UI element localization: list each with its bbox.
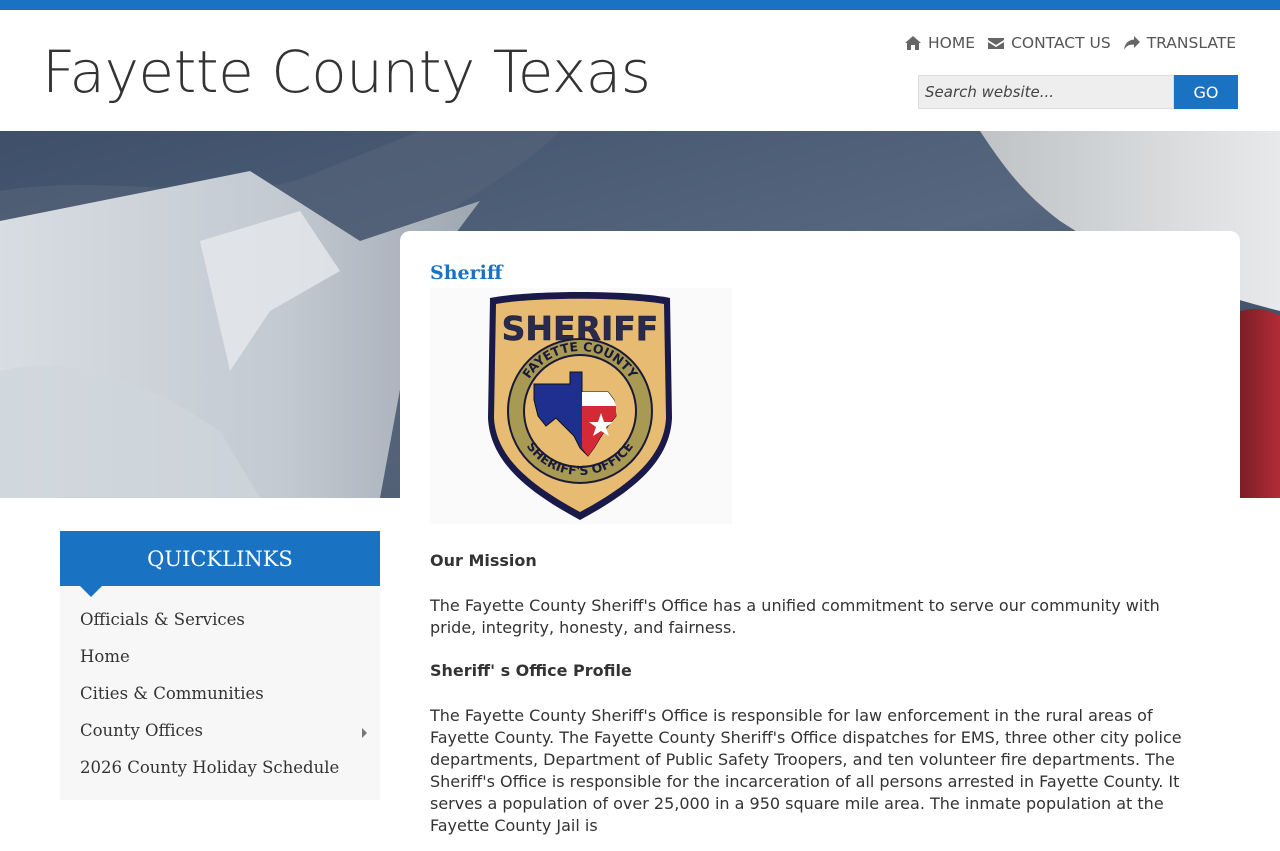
site-title[interactable]: Fayette County Texas (42, 38, 651, 106)
quicklink-officials-services[interactable]: Officials & Services (80, 610, 245, 629)
sheriff-badge-image: SHERIFF FAYETTE COUNTY SHERIFF'S OFFICE (430, 288, 732, 524)
page-title: Sheriff (430, 262, 503, 284)
search-form: GO (918, 75, 1238, 109)
quicklink-cities-communities[interactable]: Cities & Communities (80, 684, 264, 703)
quicklink-home[interactable]: Home (80, 647, 130, 666)
quicklinks-pointer (80, 586, 102, 597)
quicklinks-header: QUICKLINKS (60, 531, 380, 586)
nav-translate-link[interactable]: TRANSLATE (1123, 34, 1236, 52)
home-icon (905, 36, 922, 50)
mission-text: The Fayette County Sheriff's Office has … (430, 596, 1160, 637)
nav-home-label: HOME (928, 34, 976, 52)
quicklink-holiday-schedule[interactable]: 2026 County Holiday Schedule (80, 758, 339, 777)
search-input[interactable] (918, 75, 1174, 109)
submenu-caret-icon[interactable] (362, 728, 367, 738)
nav-home-link[interactable]: HOME (904, 34, 975, 52)
top-nav: HOME CONTACT US TRANSLATE (904, 34, 1236, 52)
mission-heading: Our Mission (430, 551, 537, 570)
top-accent-bar (0, 0, 1280, 10)
profile-heading: Sheriff' s Office Profile (430, 661, 632, 680)
nav-translate-label: TRANSLATE (1146, 34, 1236, 52)
envelope-icon (988, 38, 1005, 49)
nav-contact-link[interactable]: CONTACT US (987, 34, 1111, 52)
quicklinks-list: Officials & Services Home Cities & Commu… (60, 586, 380, 800)
quicklink-county-offices[interactable]: County Offices (80, 721, 203, 740)
profile-text: The Fayette County Sheriff's Office is r… (430, 706, 1182, 835)
share-arrow-icon (1123, 36, 1140, 50)
sheriff-badge-icon: SHERIFF FAYETTE COUNTY SHERIFF'S OFFICE (488, 292, 672, 520)
search-go-button[interactable]: GO (1174, 75, 1238, 109)
nav-contact-label: CONTACT US (1011, 34, 1111, 52)
